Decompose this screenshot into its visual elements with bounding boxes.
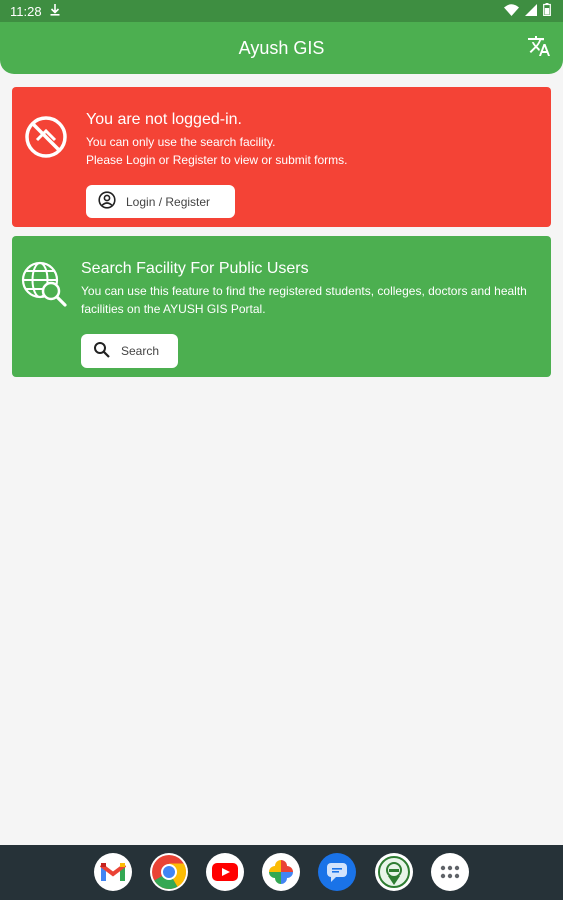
app-drawer-icon[interactable]: [431, 853, 469, 891]
photos-icon[interactable]: [262, 853, 300, 891]
bottom-dock: [0, 845, 563, 900]
search-facility-card: Search Facility For Public Users You can…: [12, 236, 551, 377]
login-register-button[interactable]: Login / Register: [86, 185, 235, 218]
login-card-line1: You can only use the search facility.: [86, 135, 276, 149]
login-card-line2: Please Login or Register to view or subm…: [86, 153, 348, 167]
status-bar: 11:28: [0, 0, 563, 22]
search-button[interactable]: Search: [81, 334, 178, 368]
battery-icon: [543, 3, 551, 19]
wifi-icon: [504, 3, 519, 19]
search-card-text: You can use this feature to find the reg…: [81, 284, 527, 316]
search-icon: [93, 341, 111, 362]
gmail-icon[interactable]: [94, 853, 132, 891]
no-entry-icon: [24, 115, 68, 164]
translate-icon: [527, 34, 551, 63]
download-icon: [50, 3, 60, 19]
login-card-title: You are not logged-in.: [86, 111, 242, 128]
status-time: 11:28: [10, 3, 42, 19]
app-bar: Ayush GIS: [0, 22, 563, 74]
translate-button[interactable]: [527, 34, 551, 63]
account-circle-icon: [98, 191, 116, 212]
chrome-icon[interactable]: [150, 853, 188, 891]
messages-icon[interactable]: [318, 853, 356, 891]
youtube-icon[interactable]: [206, 853, 244, 891]
search-card-title: Search Facility For Public Users: [81, 260, 309, 277]
globe-search-icon: [20, 260, 68, 313]
app-title: Ayush GIS: [238, 37, 325, 58]
ayush-app-icon[interactable]: [375, 853, 413, 891]
signal-icon: [525, 3, 537, 19]
search-button-label: Search: [121, 344, 160, 358]
login-warning-card: You are not logged-in. You can only use …: [12, 87, 551, 227]
login-register-label: Login / Register: [126, 194, 211, 209]
